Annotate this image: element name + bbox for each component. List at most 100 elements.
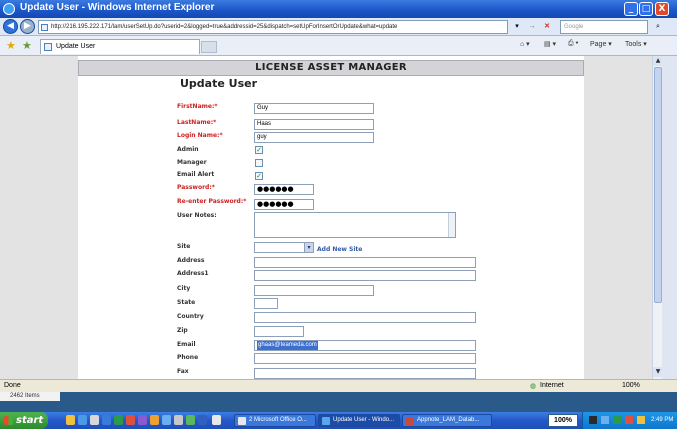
globe-icon: ◍ — [530, 383, 537, 390]
user-notes-textarea[interactable] — [254, 212, 456, 238]
admin-checkbox[interactable]: ✓ — [255, 146, 263, 154]
status-text: Done — [4, 382, 21, 389]
print-icon[interactable]: ⎙ ▾ — [568, 40, 579, 48]
minimize-button[interactable]: _ — [624, 2, 638, 16]
home-icon[interactable]: ⌂ ▾ — [520, 40, 530, 48]
city-input[interactable] — [254, 285, 374, 296]
windows-flag-icon — [4, 416, 13, 425]
zip-label: Zip — [177, 327, 188, 334]
ie-icon — [3, 3, 15, 15]
tools-menu[interactable]: Tools ▾ — [625, 40, 647, 48]
password-input[interactable]: ●●●●●● — [254, 184, 314, 195]
reenter-password-label: Re-enter Password:* — [177, 198, 247, 205]
quicklaunch-excel-icon[interactable] — [114, 415, 123, 425]
phone-label: Phone — [177, 354, 199, 361]
dropdown-icon[interactable]: ▾ — [512, 21, 522, 33]
quicklaunch-ie-icon[interactable] — [78, 415, 87, 425]
search-icon[interactable]: ⌕ — [652, 21, 664, 33]
task-ie[interactable]: Update User - Windo... — [318, 414, 400, 427]
tray-icon-2[interactable] — [601, 416, 609, 424]
user-notes-label: User Notes: — [177, 212, 217, 219]
quicklaunch-word-icon[interactable] — [102, 415, 111, 425]
tray-icon-1[interactable] — [589, 416, 597, 424]
tab-bar: ★ ★ Update User ⌂ ▾ ▤ ▾ ⎙ ▾ Page ▾ Tools… — [0, 36, 677, 56]
last-name-label: LastName:* — [177, 119, 217, 126]
task-appnote[interactable]: Appnote_LAM_Datab... — [402, 414, 492, 427]
chevron-down-icon[interactable]: ▾ — [304, 243, 313, 252]
zoom-level[interactable]: 100% — [622, 382, 640, 389]
quicklaunch-outlook-icon[interactable] — [150, 415, 159, 425]
quicklaunch-desktop-icon[interactable] — [90, 415, 99, 425]
tab-page-icon — [44, 43, 52, 51]
add-new-site-link[interactable]: Add New Site — [317, 246, 362, 253]
add-favorite-icon[interactable]: ★ — [22, 39, 32, 52]
login-name-label: Login Name:* — [177, 132, 223, 139]
quicklaunch-green-icon[interactable] — [186, 415, 195, 425]
manager-checkbox[interactable] — [255, 159, 263, 167]
refresh-icon[interactable]: → — [526, 21, 538, 33]
forward-button[interactable]: ▶ — [20, 19, 35, 34]
notes-scrollbar[interactable] — [448, 213, 455, 237]
first-name-input[interactable]: Guy — [254, 103, 374, 114]
favorites-star-icon[interactable]: ★ — [6, 39, 16, 52]
feeds-icon[interactable]: ▤ ▾ — [544, 40, 556, 48]
address-bar: ◀ ▶ http://216.195.222.171/lam/userSetUp… — [0, 18, 677, 36]
email-alert-checkbox[interactable]: ✓ — [255, 172, 263, 180]
new-tab-button[interactable] — [201, 41, 217, 53]
scroll-thumb[interactable] — [654, 67, 662, 303]
quicklaunch-tool-icon[interactable] — [174, 415, 183, 425]
email-alert-label: Email Alert — [177, 171, 215, 178]
country-input[interactable] — [254, 312, 476, 323]
page-scrollbar[interactable]: ▲ ▼ — [652, 56, 663, 379]
back-button[interactable]: ◀ — [3, 19, 18, 34]
quicklaunch-media-icon[interactable] — [162, 415, 171, 425]
fax-label: Fax — [177, 368, 189, 375]
state-input[interactable] — [254, 298, 278, 309]
window-title: Update User - Windows Internet Explorer — [20, 2, 215, 13]
items-count: 2462 Items — [0, 392, 60, 401]
quicklaunch-powerpoint-icon[interactable] — [126, 415, 135, 425]
page-menu[interactable]: Page ▾ — [590, 40, 612, 48]
task-ie-label: Update User - Windo... — [333, 417, 395, 423]
side-strip — [662, 56, 677, 379]
close-button[interactable]: X — [655, 2, 669, 16]
right-margin — [584, 56, 652, 379]
tray-icon-4[interactable] — [625, 416, 633, 424]
tray-icon-3[interactable] — [613, 416, 621, 424]
tab-update-user[interactable]: Update User — [40, 39, 200, 54]
address1-label: Address1 — [177, 270, 209, 277]
status-bar: Done ◍ Internet 100% — [0, 379, 677, 392]
tray-icon-5[interactable] — [637, 416, 645, 424]
zone-text: Internet — [540, 382, 564, 389]
stop-icon[interactable]: ✕ — [541, 21, 553, 33]
site-select[interactable]: ▾ — [254, 242, 314, 253]
admin-label: Admin — [177, 146, 199, 153]
state-label: State — [177, 299, 196, 306]
address1-input[interactable] — [254, 270, 476, 281]
login-name-input[interactable]: guy — [254, 132, 374, 143]
quicklaunch-more-icon[interactable] — [212, 415, 221, 425]
maximize-button[interactable]: □ — [639, 2, 653, 16]
search-input[interactable]: Google — [560, 20, 648, 34]
quicklaunch-folder-icon[interactable] — [66, 415, 75, 425]
task-appnote-icon — [406, 417, 414, 425]
page-content: LICENSE ASSET MANAGER Update User FirstN… — [0, 56, 652, 379]
last-name-input[interactable]: Haas — [254, 119, 374, 130]
email-input[interactable]: ghaas@teameda.com — [254, 340, 476, 351]
fax-input[interactable] — [254, 368, 476, 379]
country-label: Country — [177, 313, 204, 320]
page-icon — [41, 24, 48, 31]
taskbar: start 2 Microsoft Office O... Update Use… — [0, 412, 677, 429]
reenter-password-input[interactable]: ●●●●●● — [254, 199, 314, 210]
quicklaunch-app-icon[interactable] — [138, 415, 147, 425]
phone-input[interactable] — [254, 353, 476, 364]
url-input[interactable]: http://216.195.222.171/lam/userSetUp.do?… — [38, 20, 508, 34]
start-button[interactable]: start — [0, 412, 48, 429]
clock[interactable]: 2:49 PM — [651, 417, 673, 423]
address-input[interactable] — [254, 257, 476, 268]
zip-input[interactable] — [254, 326, 304, 337]
task-office[interactable]: 2 Microsoft Office O... — [234, 414, 316, 427]
app-header: LICENSE ASSET MANAGER — [78, 60, 584, 76]
quicklaunch-blue-icon[interactable] — [198, 415, 207, 425]
system-tray: 2:49 PM — [582, 412, 677, 429]
